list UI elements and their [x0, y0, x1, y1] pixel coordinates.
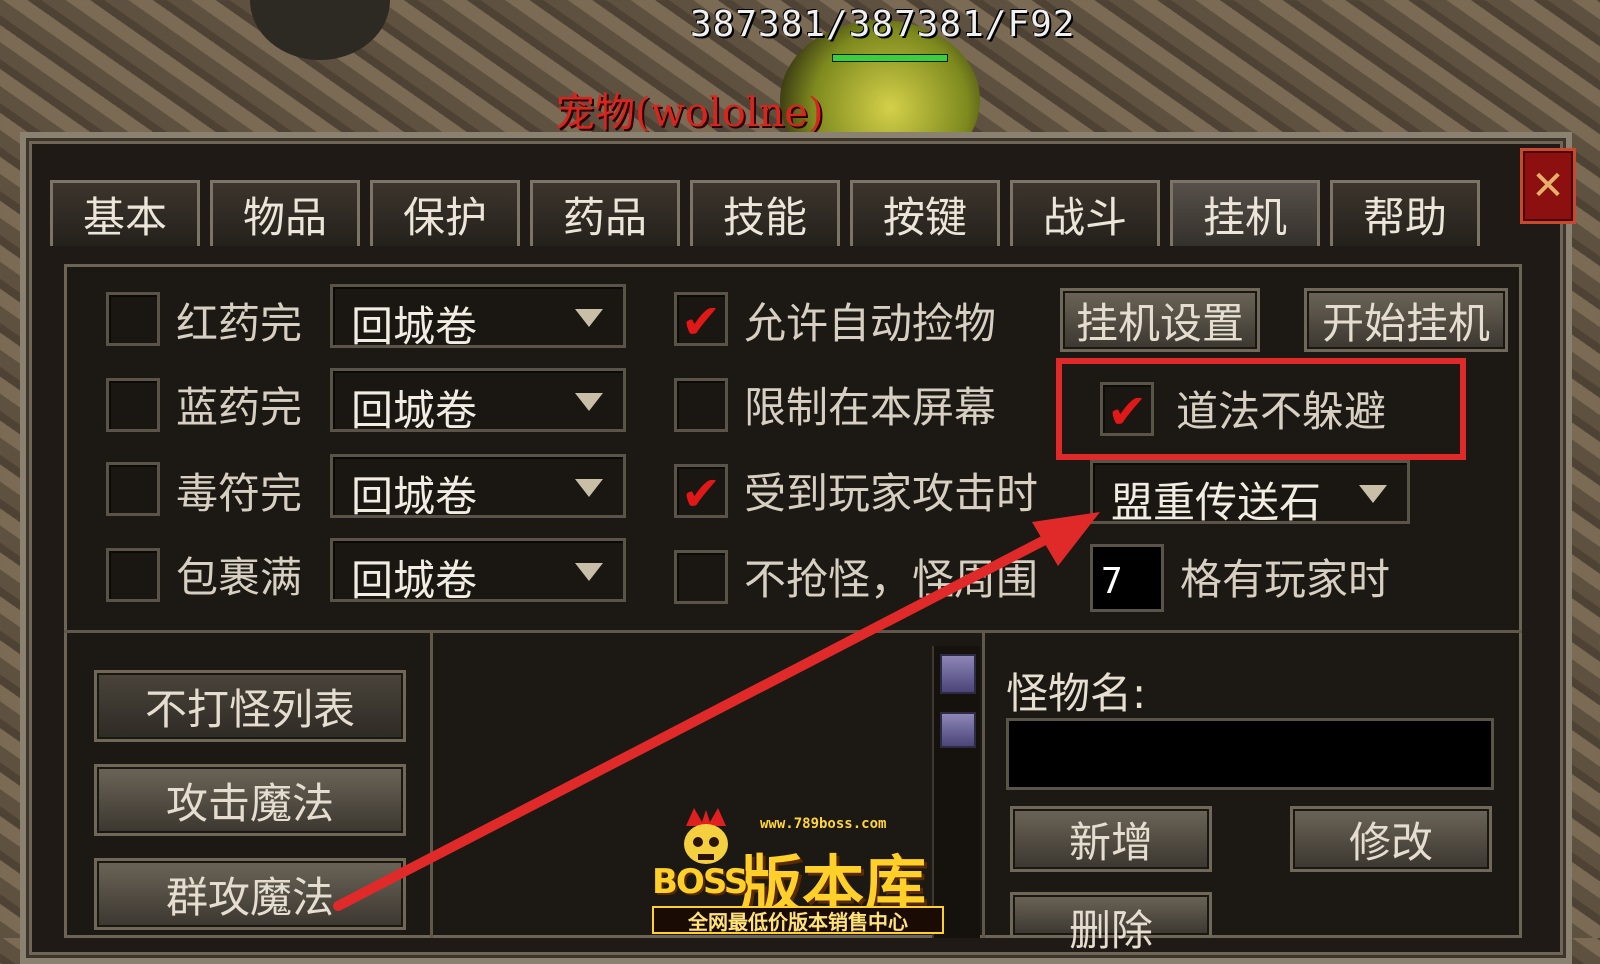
watermark-boss: BOSS [652, 862, 748, 902]
dropdown-arrow-icon [1359, 485, 1387, 503]
select-value: 盟重传送石 [1111, 478, 1322, 527]
monster-name-input[interactable] [1006, 718, 1494, 790]
red-potion-select[interactable]: 回城卷 [330, 284, 626, 351]
select-value: 回城卷 [351, 556, 478, 605]
range-input[interactable]: 7 [1090, 544, 1164, 612]
tab-skills[interactable]: 技能 [690, 180, 840, 246]
tab-combat[interactable]: 战斗 [1010, 180, 1160, 246]
scroll-thumb[interactable] [940, 712, 976, 748]
red-potion-checkbox[interactable] [106, 292, 160, 346]
tab-protect[interactable]: 保护 [370, 180, 520, 246]
select-value: 回城卷 [351, 302, 478, 351]
divider [64, 630, 1522, 633]
no-steal-checkbox[interactable] [674, 550, 728, 604]
tab-hang[interactable]: 挂机 [1170, 180, 1320, 246]
poison-charm-select[interactable]: 回城卷 [330, 454, 626, 521]
character-sprite [250, 0, 390, 60]
player-stats: 387381/387381/F92 [690, 4, 1076, 45]
no-steal-label: 不抢怪，怪周围 [744, 555, 1039, 604]
monster-name-label: 怪物名: [1006, 669, 1147, 718]
checkmark-icon: ✔ [681, 466, 722, 522]
red-potion-label: 红药完 [176, 299, 303, 348]
auto-pickup-checkbox[interactable]: ✔ [674, 292, 728, 350]
modify-button[interactable]: 修改 [1290, 806, 1492, 872]
attacked-action-select[interactable]: 盟重传送石 [1090, 460, 1410, 527]
tab-items[interactable]: 物品 [210, 180, 360, 246]
player-attacked-label: 受到玩家攻击时 [744, 469, 1039, 518]
range-suffix-label: 格有玩家时 [1180, 555, 1391, 604]
poison-charm-checkbox[interactable] [106, 462, 160, 516]
close-button[interactable]: ✕ [1520, 148, 1576, 224]
blue-potion-checkbox[interactable] [106, 378, 160, 432]
tab-keys[interactable]: 按键 [850, 180, 1000, 246]
bag-full-select[interactable]: 回城卷 [330, 538, 626, 605]
auto-pickup-label: 允许自动捡物 [744, 299, 997, 348]
tab-potions[interactable]: 药品 [530, 180, 680, 246]
limit-screen-label: 限制在本屏幕 [744, 383, 997, 432]
bag-full-checkbox[interactable] [106, 548, 160, 602]
bag-full-label: 包裹满 [176, 553, 303, 602]
hp-bar-fill [833, 55, 947, 61]
tab-help[interactable]: 帮助 [1330, 180, 1480, 246]
dropdown-arrow-icon [575, 393, 603, 411]
dropdown-arrow-icon [575, 479, 603, 497]
group-magic-button[interactable]: 群攻魔法 [94, 858, 406, 930]
divider [982, 632, 985, 938]
select-value: 回城卷 [351, 472, 478, 521]
poison-charm-label: 毒符完 [176, 469, 303, 518]
select-value: 回城卷 [351, 386, 478, 435]
dropdown-arrow-icon [575, 563, 603, 581]
add-button[interactable]: 新增 [1010, 806, 1212, 872]
pet-name: 宠物(wololne) [555, 90, 824, 136]
hp-bar [832, 54, 948, 62]
delete-button[interactable]: 删除 [1010, 892, 1212, 955]
blue-potion-label: 蓝药完 [176, 383, 303, 432]
scroll-up-icon[interactable] [940, 654, 976, 694]
checkmark-icon: ✔ [681, 294, 722, 350]
blue-potion-select[interactable]: 回城卷 [330, 368, 626, 435]
highlight-box [1056, 358, 1466, 460]
player-attacked-checkbox[interactable]: ✔ [674, 464, 728, 522]
start-hang-button[interactable]: 开始挂机 [1304, 288, 1508, 352]
no-attack-list-button[interactable]: 不打怪列表 [94, 670, 406, 742]
watermark-slogan: 全网最低价版本销售中心 [652, 906, 944, 934]
divider [430, 632, 433, 938]
tab-basic[interactable]: 基本 [50, 180, 200, 246]
hang-settings-button[interactable]: 挂机设置 [1060, 288, 1260, 352]
dropdown-arrow-icon [575, 309, 603, 327]
limit-screen-checkbox[interactable] [674, 378, 728, 432]
watermark-skull-logo [684, 808, 728, 864]
close-icon: ✕ [1531, 163, 1565, 209]
watermark-url: www.789boss.com [760, 816, 887, 832]
attack-magic-button[interactable]: 攻击魔法 [94, 764, 406, 836]
